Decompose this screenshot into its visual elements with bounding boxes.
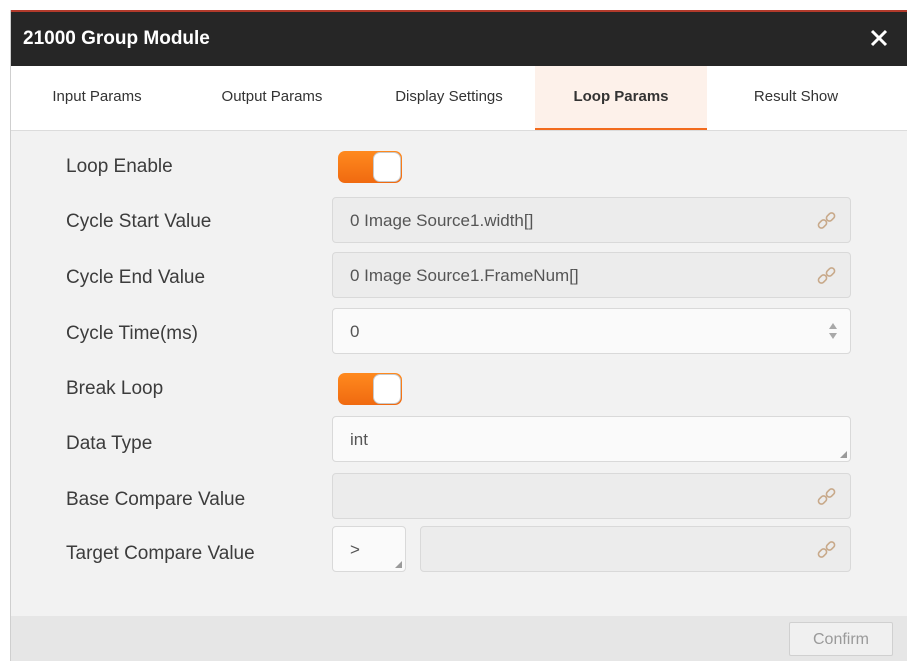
cycle-end-field[interactable]: 0 Image Source1.FrameNum[] [332,252,851,298]
target-compare-field[interactable] [420,526,851,572]
title-bar[interactable]: 21000 Group Module [11,10,907,66]
data-type-value: int [350,430,368,449]
cycle-start-field[interactable]: 0 Image Source1.width[] [332,197,851,243]
toggle-knob [373,374,401,404]
dropdown-corner-icon [840,451,847,458]
tab-result-show[interactable]: Result Show [721,66,871,128]
compare-operator-value: > [350,540,360,559]
cycle-start-value: 0 Image Source1.width[] [350,211,534,230]
tab-loop-params[interactable]: Loop Params [535,66,707,130]
cycle-start-label: Cycle Start Value [66,211,212,232]
confirm-button[interactable]: Confirm [789,622,893,656]
group-module-dialog: 21000 Group Module Input Params Output P… [10,10,907,661]
tab-bar: Input Params Output Params Display Setti… [11,66,907,131]
cycle-end-label: Cycle End Value [66,267,206,288]
data-type-label: Data Type [66,433,153,454]
break-loop-toggle[interactable] [338,373,402,405]
cycle-time-value: 0 [350,322,360,341]
spinner-icon[interactable] [828,320,838,342]
cycle-time-input[interactable]: 0 [332,308,851,354]
base-compare-label: Base Compare Value [66,489,246,510]
toggle-knob [373,152,401,182]
loop-enable-toggle[interactable] [338,151,402,183]
close-button[interactable] [865,24,893,52]
compare-operator-select[interactable]: > [332,526,406,572]
cycle-end-value: 0 Image Source1.FrameNum[] [350,266,579,285]
cycle-time-label: Cycle Time(ms) [66,323,198,344]
window-title: 21000 Group Module [23,28,210,49]
tab-input-params[interactable]: Input Params [27,66,167,128]
tab-output-params[interactable]: Output Params [197,66,347,128]
link-icon[interactable] [816,486,838,508]
link-icon[interactable] [816,265,838,287]
loop-enable-label: Loop Enable [66,156,173,177]
target-compare-label: Target Compare Value [66,543,255,564]
close-icon [870,29,888,47]
data-type-select[interactable]: int [332,416,851,462]
dropdown-corner-icon [395,561,402,568]
link-icon[interactable] [816,539,838,561]
link-icon[interactable] [816,210,838,232]
tab-display-settings[interactable]: Display Settings [367,66,531,128]
dialog-footer: Confirm [11,616,907,661]
break-loop-label: Break Loop [66,378,164,399]
base-compare-field[interactable] [332,473,851,519]
